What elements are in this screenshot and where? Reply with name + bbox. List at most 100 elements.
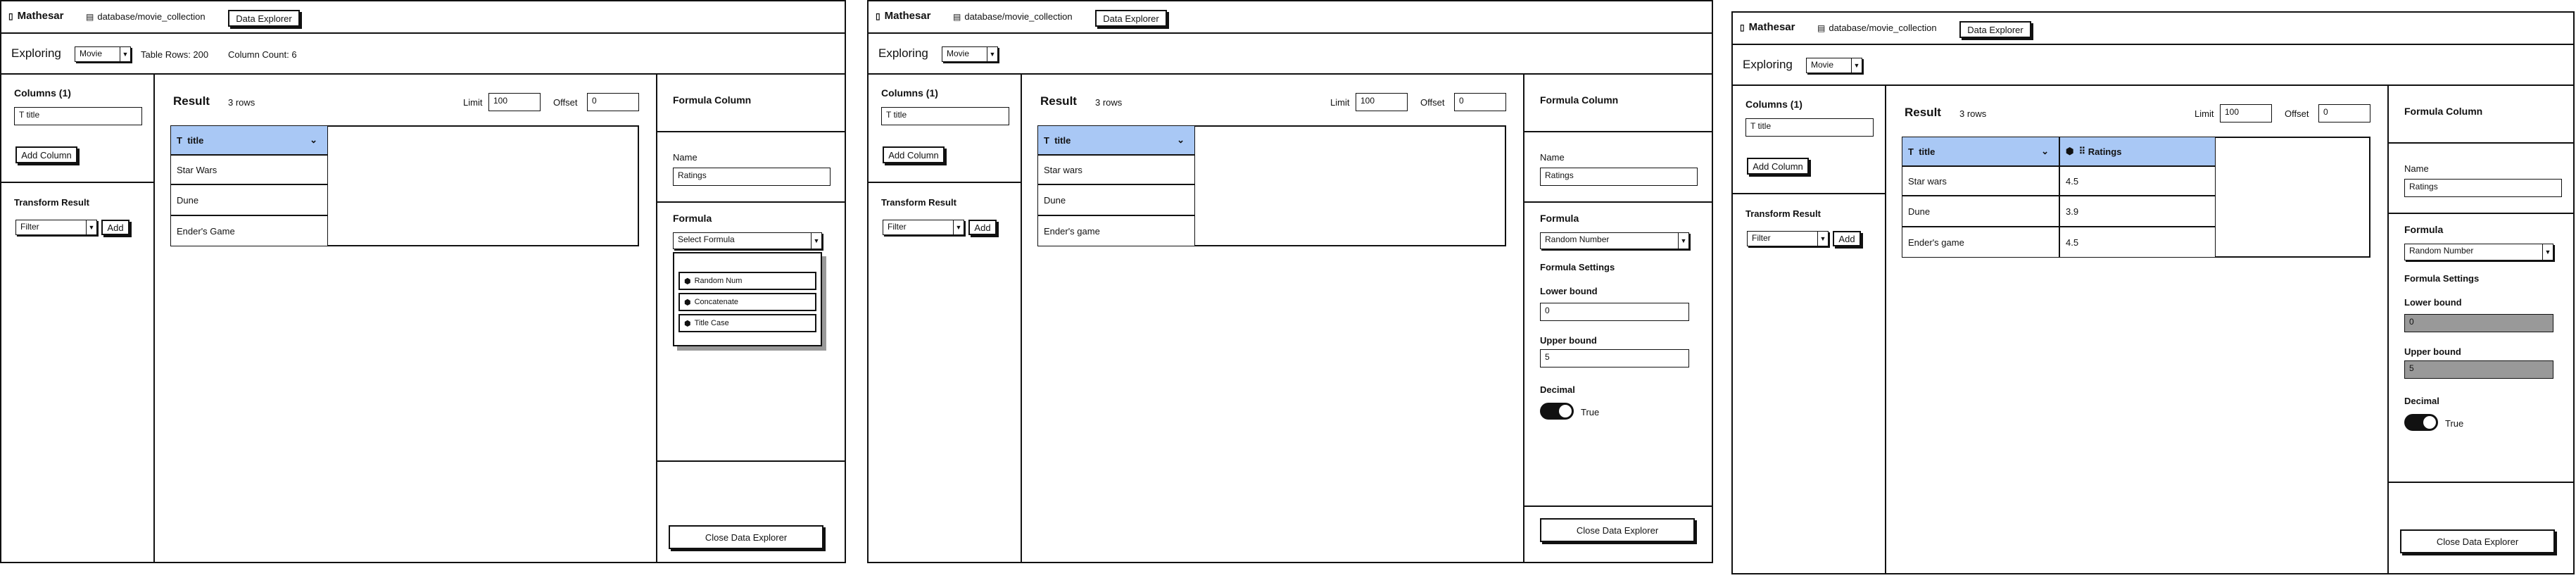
- name-input[interactable]: Ratings: [2404, 179, 2562, 197]
- divider: [2389, 482, 2573, 483]
- panel-title: Formula Column: [1540, 94, 1619, 106]
- add-column-button[interactable]: Add Column: [1747, 158, 1809, 175]
- divider: [1885, 86, 1886, 573]
- exploring-bar: Exploring Movie ▼ Table Rows: 200 Column …: [1, 34, 845, 75]
- decimal-toggle[interactable]: [1540, 403, 1574, 420]
- table-row[interactable]: Star wars: [1037, 155, 1195, 184]
- database-breadcrumb[interactable]: ▤ database/movie_collection: [1817, 23, 1937, 33]
- text-type-icon: T: [19, 110, 25, 120]
- divider: [869, 182, 1021, 183]
- limit-input[interactable]: 100: [488, 93, 541, 111]
- database-breadcrumb[interactable]: ▤ database/movie_collection: [953, 11, 1073, 22]
- cube-icon: ⬢: [684, 319, 691, 328]
- formula-option-title-case[interactable]: ⬢ Title Case: [678, 314, 816, 332]
- offset-input[interactable]: 0: [587, 93, 639, 111]
- column-count: Column Count: 6: [228, 49, 297, 60]
- table-select[interactable]: Movie ▼: [942, 46, 998, 62]
- divider: [1524, 131, 1712, 132]
- formula-option-concatenate[interactable]: ⬢ Concatenate: [678, 293, 816, 311]
- table-row[interactable]: Dune: [1037, 184, 1195, 215]
- top-bar: ▯ Mathesar ▤ database/movie_collection Dat…: [1, 1, 845, 34]
- table-select[interactable]: Movie ▼: [1806, 58, 1862, 73]
- offset-input[interactable]: 0: [1454, 93, 1506, 111]
- exploring-label: Exploring: [878, 46, 928, 60]
- limit-label: Limit: [1330, 97, 1350, 108]
- divider: [1524, 505, 1712, 507]
- divider: [153, 75, 155, 562]
- decimal-label: Decimal: [2404, 396, 2439, 406]
- table-row[interactable]: Star wars: [1902, 166, 2059, 196]
- text-type-icon: T: [886, 110, 892, 120]
- divider: [657, 131, 845, 132]
- app-logo: ▯ Mathesar: [8, 10, 64, 22]
- name-label: Name: [2404, 163, 2429, 174]
- table-row[interactable]: Ender's game: [1902, 227, 2059, 258]
- formula-settings-title: Formula Settings: [2404, 273, 2480, 284]
- add-column-button[interactable]: Add Column: [883, 146, 945, 163]
- decimal-value: True: [1581, 407, 1600, 417]
- cube-icon: ⬢: [684, 277, 691, 286]
- table-row[interactable]: Star Wars: [170, 155, 328, 184]
- close-data-explorer-button[interactable]: Close Data Explorer: [2400, 529, 2555, 553]
- close-data-explorer-button[interactable]: Close Data Explorer: [669, 525, 823, 549]
- table-row[interactable]: Dune: [1902, 196, 2059, 227]
- upper-bound-input[interactable]: 5: [1540, 349, 1689, 367]
- decimal-toggle[interactable]: [2404, 414, 2438, 431]
- limit-input[interactable]: 100: [1356, 93, 1408, 111]
- app-logo: ▯ Mathesar: [1740, 21, 1795, 33]
- data-explorer-tab[interactable]: Data Explorer: [1959, 21, 2031, 38]
- add-transform-button[interactable]: Add: [1833, 231, 1861, 246]
- column-chip[interactable]: T title: [14, 107, 142, 125]
- add-transform-button[interactable]: Add: [101, 220, 130, 235]
- name-label: Name: [1540, 152, 1565, 163]
- filter-select[interactable]: Filter ▼: [15, 220, 97, 235]
- filter-select[interactable]: Filter ▼: [883, 220, 964, 235]
- formula-select[interactable]: Select Formula ▼: [673, 232, 822, 249]
- toggle-knob: [1559, 405, 1572, 417]
- chevron-down-icon[interactable]: ⌄: [2041, 146, 2049, 157]
- column-header-title[interactable]: T title ⌄: [170, 125, 328, 155]
- upper-bound-input: 5: [2404, 360, 2553, 379]
- filter-select[interactable]: Filter ▼: [1747, 231, 1829, 246]
- name-input[interactable]: Ratings: [1540, 168, 1698, 186]
- column-header-title[interactable]: T title ⌄: [1902, 137, 2059, 166]
- table-row[interactable]: Ender's Game: [170, 215, 328, 246]
- add-transform-button[interactable]: Add: [968, 220, 997, 235]
- close-data-explorer-button[interactable]: Close Data Explorer: [1540, 518, 1695, 542]
- divider: [1021, 75, 1022, 562]
- result-row-count: 3 rows: [1095, 97, 1123, 108]
- formula-select[interactable]: Random Number ▼: [2404, 244, 2553, 260]
- table-cell-rating[interactable]: 4.5: [2059, 166, 2216, 196]
- table-select[interactable]: Movie ▼: [75, 46, 131, 62]
- data-explorer-tab[interactable]: Data Explorer: [228, 10, 300, 27]
- top-bar: ▯ Mathesar ▤ database/movie_collection Dat…: [869, 1, 1712, 34]
- formula-select[interactable]: Random Number ▼: [1540, 232, 1689, 249]
- column-chip[interactable]: T title: [881, 107, 1009, 125]
- table-row[interactable]: Ender's game: [1037, 215, 1195, 246]
- column-header-title[interactable]: T title ⌄: [1037, 125, 1195, 155]
- chevron-down-icon[interactable]: ⌄: [1177, 134, 1185, 146]
- table-cell-rating[interactable]: 3.9: [2059, 196, 2216, 227]
- table-cell-rating[interactable]: 4.5: [2059, 227, 2216, 258]
- offset-input[interactable]: 0: [2318, 104, 2370, 122]
- data-explorer-tab[interactable]: Data Explorer: [1095, 10, 1167, 27]
- column-header-ratings[interactable]: ⬢ ⠿ Ratings: [2059, 137, 2216, 166]
- chevron-down-icon: ▼: [120, 47, 130, 61]
- drag-handle-icon[interactable]: ⠿: [2079, 146, 2086, 157]
- lower-bound-input[interactable]: 0: [1540, 303, 1689, 321]
- chevron-down-icon: ▼: [1817, 232, 1828, 246]
- database-breadcrumb[interactable]: ▤ database/movie_collection: [86, 11, 206, 22]
- name-input[interactable]: Ratings: [673, 168, 831, 186]
- table-row[interactable]: Dune: [170, 184, 328, 215]
- text-type-icon: T: [1044, 134, 1049, 146]
- database-icon: ▤: [953, 11, 961, 22]
- divider: [1733, 193, 1885, 194]
- add-column-button[interactable]: Add Column: [15, 146, 77, 163]
- formula-label: Formula: [2404, 224, 2444, 235]
- lower-bound-label: Lower bound: [1540, 286, 1598, 296]
- cube-icon: ⬢: [684, 298, 691, 307]
- chevron-down-icon[interactable]: ⌄: [310, 134, 317, 146]
- column-chip[interactable]: T title: [1745, 118, 1874, 137]
- formula-option-random[interactable]: ⬢ Random Num: [678, 272, 816, 290]
- limit-input[interactable]: 100: [2220, 104, 2272, 122]
